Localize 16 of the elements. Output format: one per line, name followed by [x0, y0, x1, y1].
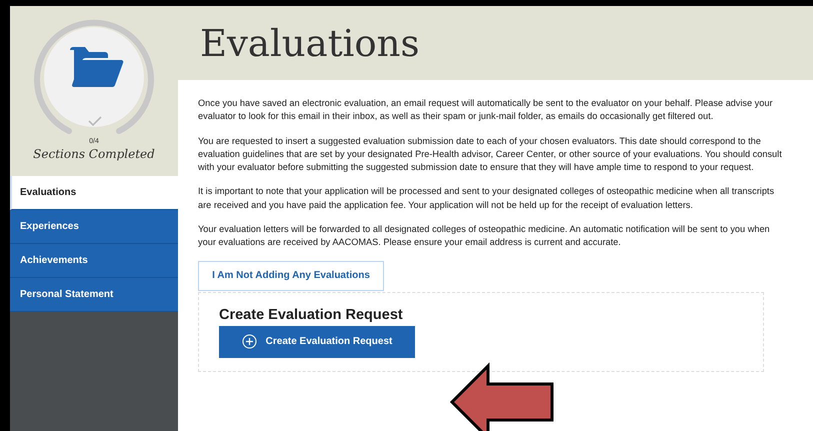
checkmark-icon	[88, 116, 102, 126]
paragraph: Once you have saved an electronic evaluation, an email request will automatically be sent to the evaluator on your behalf. Please advise your evaluator to look for this email in their inbox, as well as their spam or junk-mail folder, as emails do occasionally get filtered out.	[198, 97, 774, 124]
folder-icon	[68, 46, 124, 88]
section-heading: Create Evaluation Request	[219, 306, 404, 323]
sidebar-item[interactable]: Evaluations	[10, 176, 178, 210]
sidebar-item[interactable]: Personal Statement	[10, 278, 178, 312]
paragraph: Your evaluation letters will be forwarded to all designated colleges of osteopathic medicine. An automatic notification will be sent to you when your evaluations are received by AACOMAS. Please ensure your email address is current and accurate.	[198, 223, 771, 250]
sidebar-item[interactable]: Achievements	[10, 244, 178, 278]
sidebar-item[interactable]: Experiences	[10, 210, 178, 244]
page-title: Evaluations	[200, 22, 420, 64]
create-request-button[interactable]: Create Evaluation Request	[219, 326, 415, 358]
plus-icon	[242, 334, 257, 350]
paragraph: It is important to note that your application will be processed and sent to your designated colleges of osteopathic medicine when all transcripts are received and you have paid the application fee. Your application will not be held up for the receipt of evaluation letters.	[198, 185, 776, 212]
paragraph: You are requested to insert a suggested evaluation submission date to each of your chosen evaluators. This date should correspond to the evaluation guidelines that are set by your designated Pre-Health advisor, Career Center, or other source of your evaluations. You should consult with your evaluator before submitting the suggested submission date to ensure that they will have ample time to respond to your request.	[198, 134, 783, 174]
not-adding-evaluations-button[interactable]: I Am Not Adding Any Evaluations	[198, 260, 384, 291]
progress-label: Sections Completed	[33, 147, 155, 161]
